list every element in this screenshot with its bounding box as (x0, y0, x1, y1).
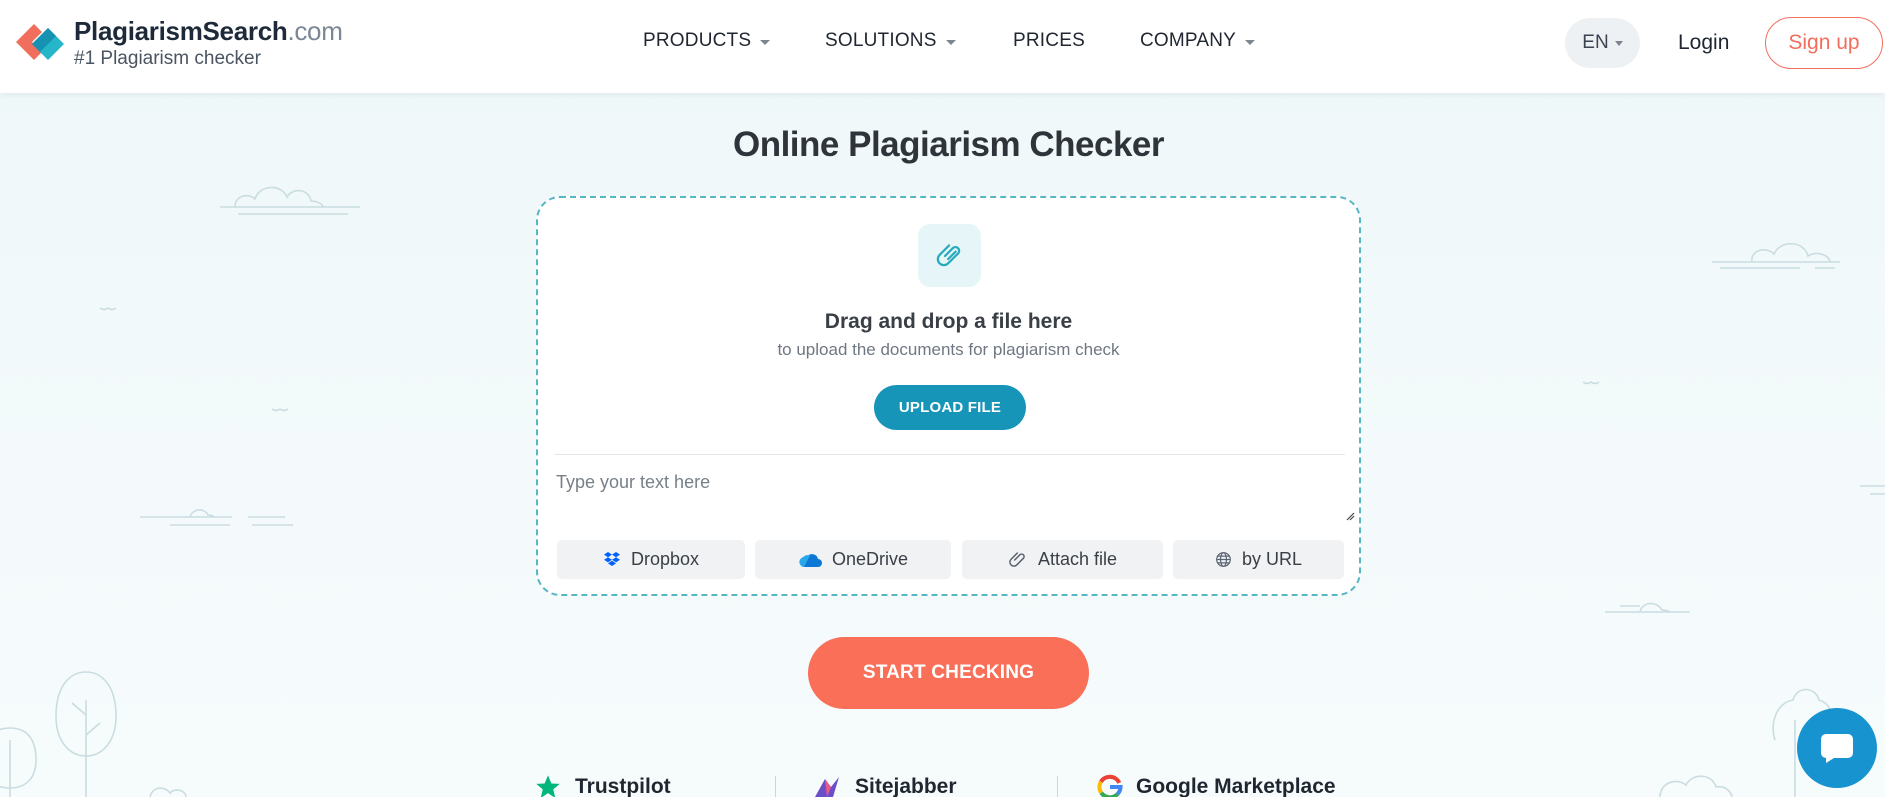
logo-domain: .com (287, 16, 343, 46)
trustpilot-label: Trustpilot (575, 775, 671, 797)
page-title: Online Plagiarism Checker (732, 125, 1165, 164)
by-url-button[interactable]: by URL (1173, 540, 1344, 579)
divider (775, 776, 776, 797)
language-selector[interactable]: EN (1565, 18, 1640, 68)
chat-bubble-icon (1821, 734, 1853, 763)
sitejabber-label: Sitejabber (855, 775, 957, 797)
nav-prices[interactable]: PRICES (1013, 30, 1140, 52)
rating-google-marketplace[interactable]: Google Marketplace (1096, 773, 1336, 797)
nav-solutions-label: SOLUTIONS (825, 30, 937, 51)
onedrive-label: OneDrive (831, 549, 909, 569)
nav-solutions[interactable]: SOLUTIONS (825, 30, 1013, 52)
nav-prices-label: PRICES (1013, 30, 1085, 51)
google-marketplace-label: Google Marketplace (1136, 775, 1336, 797)
drag-drop-title: Drag and drop a file here (824, 310, 1073, 333)
dropbox-icon (603, 551, 621, 568)
attach-file-label: Attach file (1037, 549, 1118, 569)
chevron-down-icon (1245, 39, 1256, 45)
rating-trustpilot[interactable]: Trustpilot (533, 773, 671, 797)
attach-file-button[interactable]: Attach file (962, 540, 1163, 579)
signup-button[interactable]: Sign up (1765, 17, 1883, 69)
logo-name: PlagiarismSearch.com (74, 16, 343, 46)
logo-mark-icon (14, 18, 66, 66)
logo[interactable]: PlagiarismSearch.com #1 Plagiarism check… (14, 18, 343, 68)
resize-handle-icon[interactable] (1345, 511, 1355, 521)
login-link[interactable]: Login (1678, 31, 1729, 55)
divider (554, 454, 1345, 455)
language-label: EN (1582, 32, 1609, 53)
nav-company[interactable]: COMPANY (1140, 30, 1256, 52)
drag-drop-subtitle: to upload the documents for plagiarism c… (777, 340, 1120, 359)
sitejabber-icon (811, 773, 843, 797)
main-nav: PRODUCTS SOLUTIONS PRICES COMPANY (643, 30, 1256, 52)
nav-products-label: PRODUCTS (643, 30, 752, 51)
chevron-down-icon (1614, 40, 1623, 46)
dropbox-button[interactable]: Dropbox (557, 540, 745, 579)
divider (1057, 776, 1058, 797)
nav-products[interactable]: PRODUCTS (643, 30, 825, 52)
by-url-label: by URL (1241, 549, 1303, 569)
site-header: PlagiarismSearch.com #1 Plagiarism check… (0, 0, 1885, 93)
text-input[interactable] (554, 466, 1347, 524)
chat-button[interactable] (1797, 708, 1877, 788)
paperclip-icon (1008, 550, 1028, 570)
paperclip-icon (918, 224, 981, 287)
trustpilot-star-icon (533, 773, 563, 797)
start-checking-button[interactable]: START CHECKING (808, 637, 1089, 709)
rating-sitejabber[interactable]: Sitejabber (811, 773, 957, 797)
onedrive-icon (798, 552, 822, 568)
nav-company-label: COMPANY (1140, 30, 1237, 51)
logo-tagline: #1 Plagiarism checker (74, 48, 261, 69)
chevron-down-icon (945, 39, 956, 45)
globe-icon (1215, 551, 1232, 568)
chevron-down-icon (760, 39, 771, 45)
onedrive-button[interactable]: OneDrive (755, 540, 951, 579)
google-icon (1096, 773, 1124, 797)
upload-dropzone[interactable]: Drag and drop a file here to upload the … (536, 196, 1361, 596)
upload-file-button[interactable]: UPLOAD FILE (874, 385, 1026, 430)
dropbox-label: Dropbox (630, 549, 700, 569)
